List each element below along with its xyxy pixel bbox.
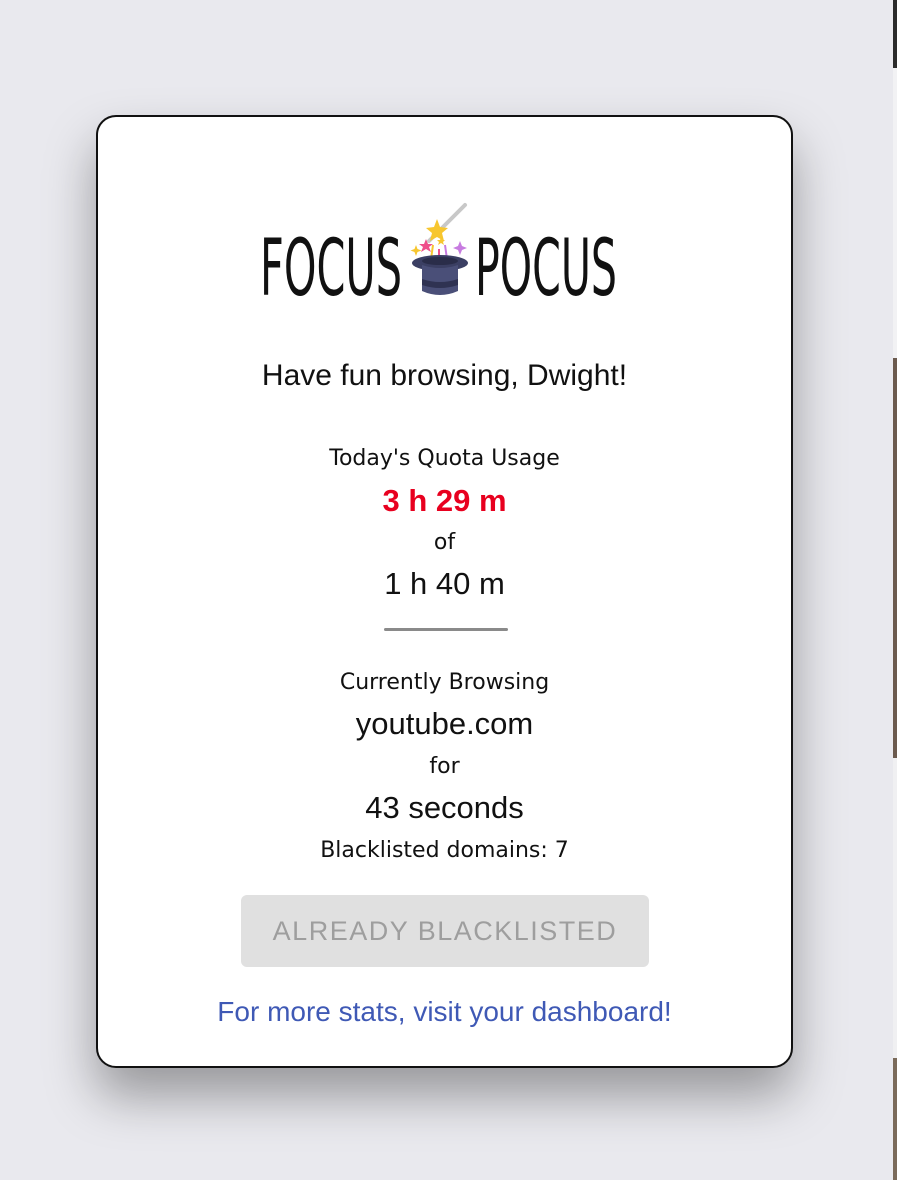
quota-usage-label: Today's Quota Usage [329, 446, 560, 471]
quota-progress-fill [384, 628, 508, 631]
quota-of-label: of [433, 530, 456, 555]
focus-pocus-logo: FOCUS POCUS [98, 199, 791, 309]
browsing-duration: 43 seconds [365, 790, 524, 825]
logo-graphic: FOCUS POCUS [260, 203, 617, 309]
magic-hat-icon [410, 203, 468, 295]
extension-popup: FOCUS POCUS Have fun browsing, Dwight! T… [96, 115, 793, 1068]
blacklisted-domains-count: Blacklisted domains: 7 [320, 838, 569, 863]
quota-total-value: 1 h 40 m [384, 566, 505, 601]
logo-word-right: POCUS [475, 224, 617, 309]
background-page-edge [893, 0, 897, 1180]
logo-word-left: FOCUS [260, 224, 402, 309]
current-domain: youtube.com [355, 706, 534, 741]
dashboard-link[interactable]: For more stats, visit your dashboard! [98, 996, 791, 1028]
quota-progress-bar [384, 628, 508, 631]
already-blacklisted-button[interactable]: ALREADY BLACKLISTED [241, 895, 649, 967]
quota-used-value: 3 h 29 m [382, 483, 507, 518]
greeting-text: Have fun browsing, Dwight! [261, 359, 628, 392]
for-label: for [429, 754, 460, 779]
currently-browsing-label: Currently Browsing [339, 670, 550, 695]
